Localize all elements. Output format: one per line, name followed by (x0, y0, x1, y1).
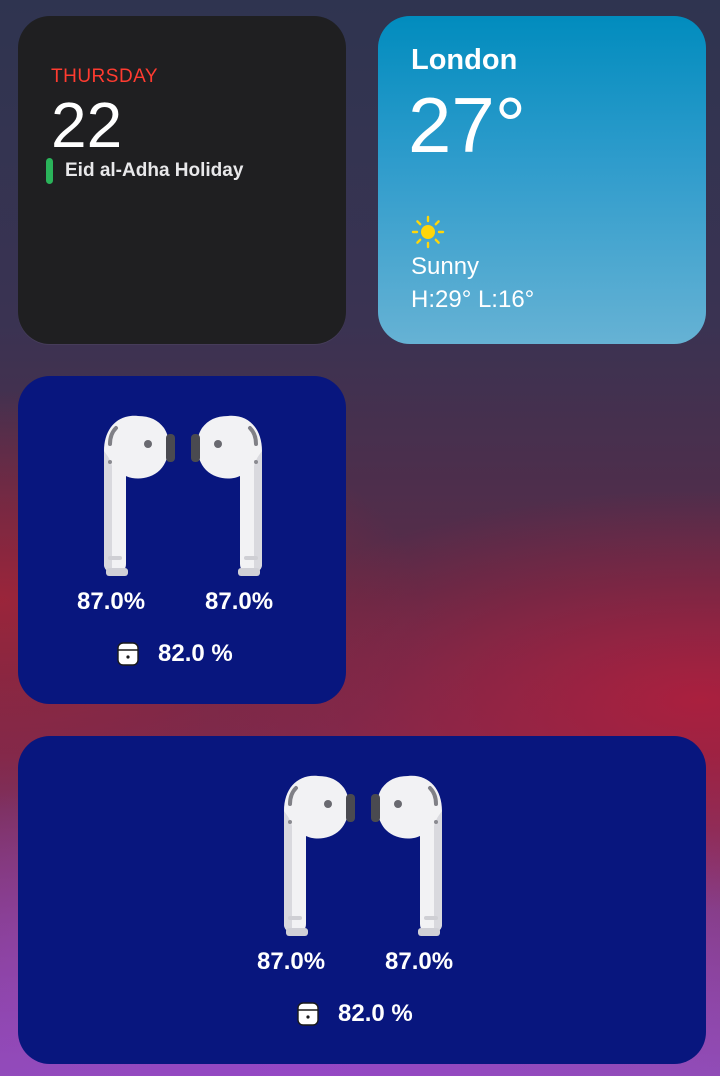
left-airpod-battery: 87.0% (257, 948, 326, 975)
right-airpod-battery: 87.0% (385, 948, 454, 975)
airpods-case-battery: 82.0 % (116, 640, 233, 668)
calendar-event-title: Eid al-Adha Holiday (65, 160, 244, 181)
airpods-case-icon (297, 1002, 319, 1026)
airpods-case-icon (117, 642, 139, 666)
weather-high-low: H:29° L:16° (411, 286, 535, 313)
sun-icon (411, 215, 445, 249)
airpods-widget-small[interactable]: 87.0% 87.0% 82.0 % (18, 376, 346, 704)
weather-temperature: 27° (408, 81, 526, 169)
calendar-widget[interactable]: THURSDAY 22 Eid al-Adha Holiday (18, 16, 346, 344)
right-airpod-battery: 87.0% (205, 588, 274, 615)
case-battery-text: 82.0 % (338, 1000, 413, 1027)
weather-widget[interactable]: London 27° Sunny H:29° L:16° (378, 16, 706, 344)
airpods-icon (284, 775, 442, 936)
airpods-widget-large[interactable]: 87.0% 87.0% 82.0 % (18, 736, 706, 1064)
left-airpod-battery: 87.0% (77, 588, 146, 615)
weather-condition: Sunny (411, 253, 480, 280)
calendar-event[interactable]: Eid al-Adha Holiday (46, 158, 243, 184)
weather-city: London (411, 44, 518, 76)
calendar-date: 22 (51, 89, 123, 161)
calendar-weekday: THURSDAY (51, 66, 159, 87)
case-battery-text: 82.0 % (158, 640, 233, 667)
event-color-bar (46, 158, 53, 184)
airpods-case-battery: 82.0 % (296, 1000, 413, 1028)
airpods-icon (104, 415, 262, 576)
